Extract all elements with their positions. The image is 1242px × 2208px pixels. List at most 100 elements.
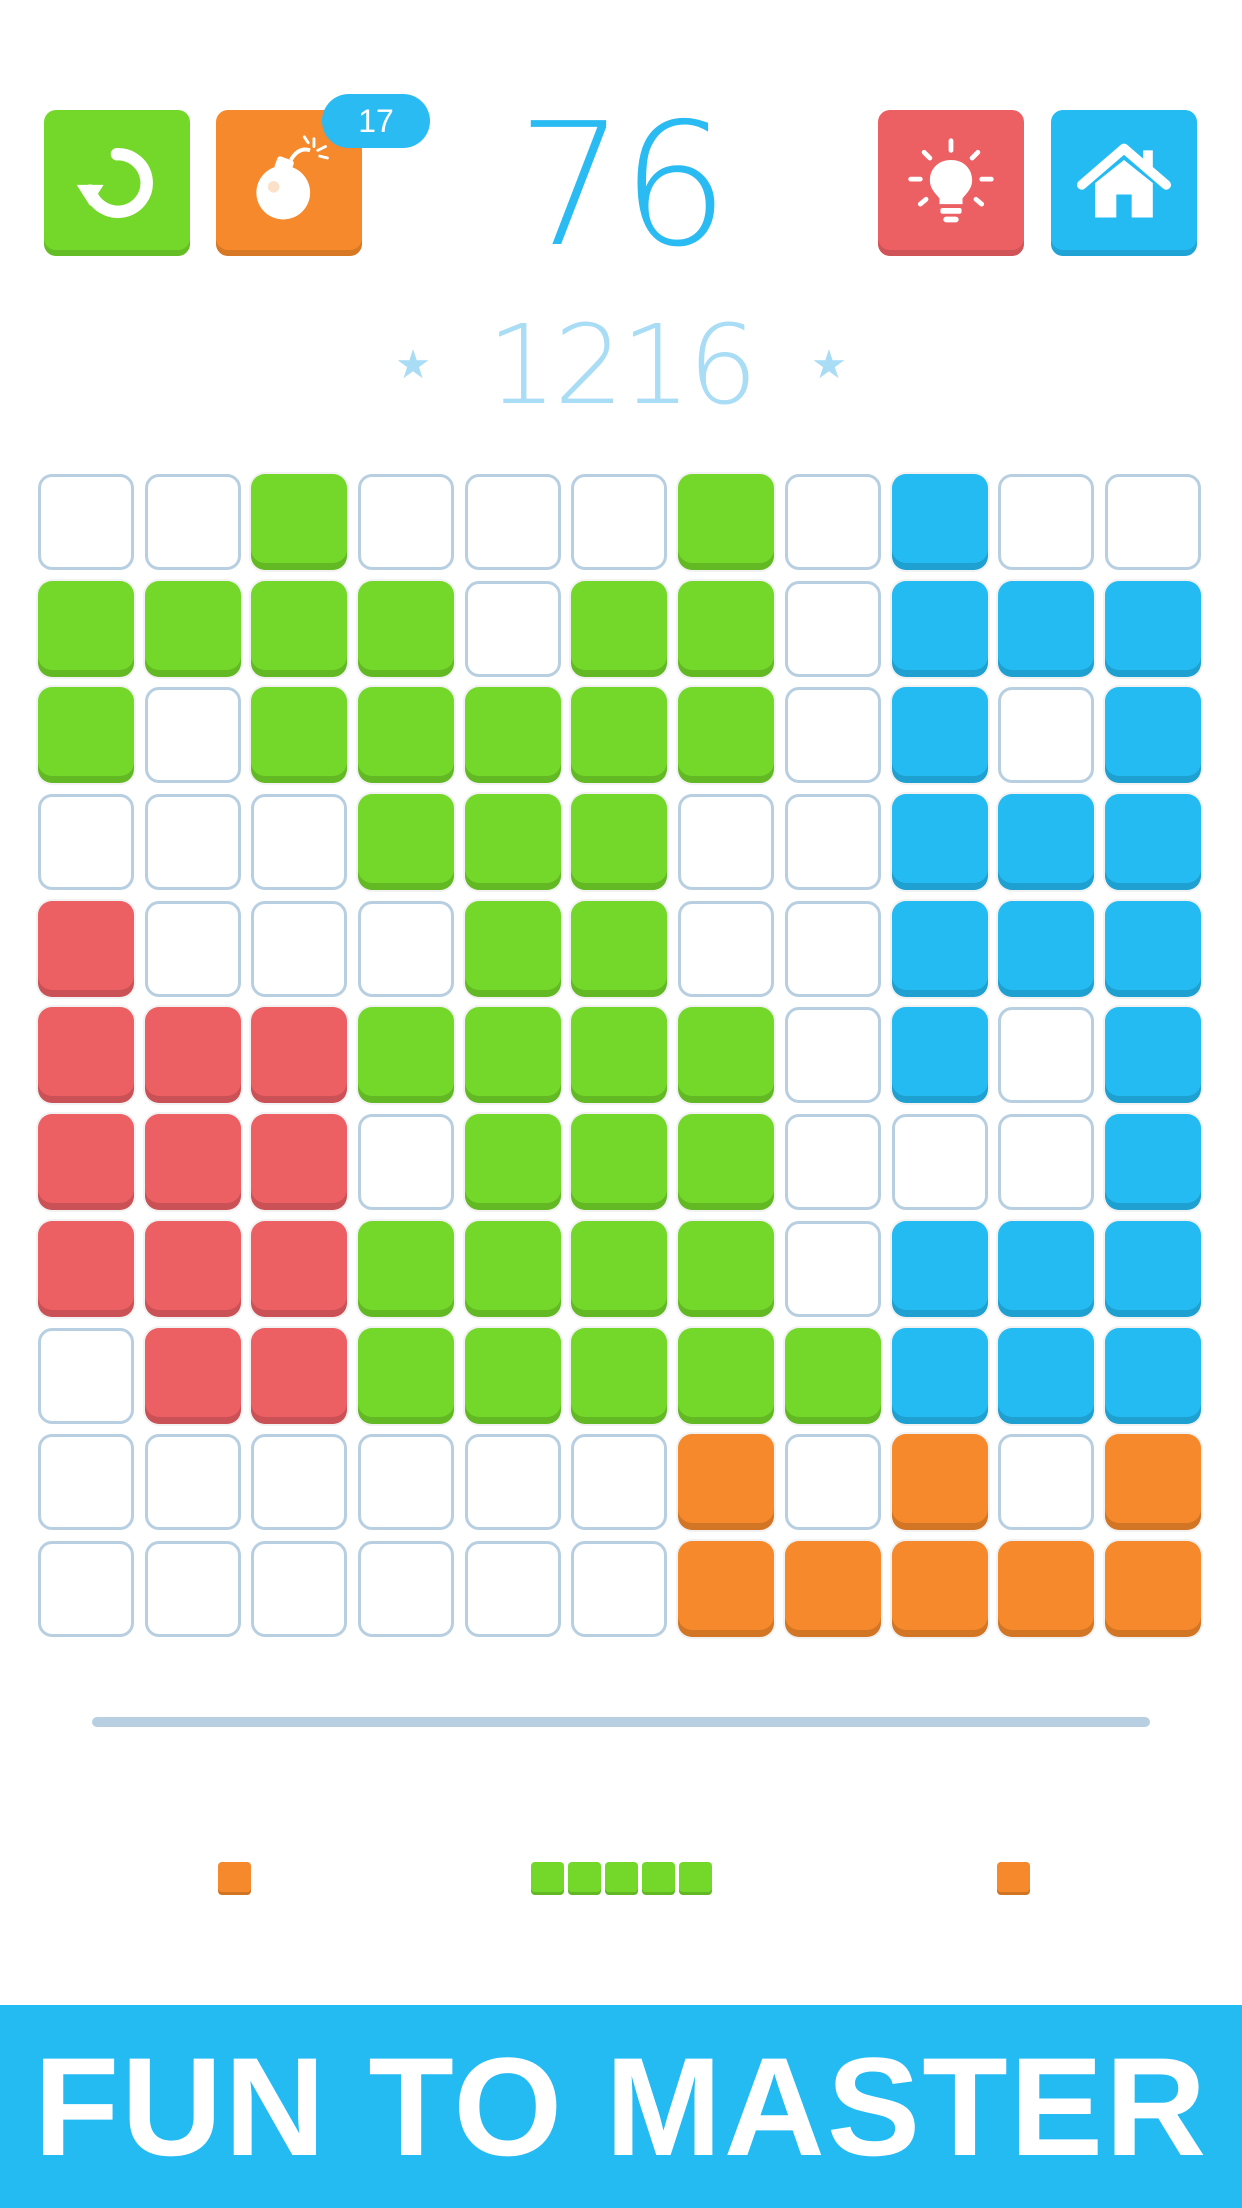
board-cell-filled[interactable] xyxy=(678,1220,775,1317)
board-cell-filled[interactable] xyxy=(358,580,455,677)
board-cell-filled[interactable] xyxy=(38,1114,134,1211)
board-cell-filled[interactable] xyxy=(251,1220,348,1317)
piece-slot-2[interactable] xyxy=(531,1862,712,1895)
board-cell-filled[interactable] xyxy=(38,580,134,677)
board-cell-filled[interactable] xyxy=(571,1007,668,1104)
board-cell-filled[interactable] xyxy=(358,1007,455,1104)
board-cell-filled[interactable] xyxy=(251,1327,348,1424)
board-cell-filled[interactable] xyxy=(1104,900,1201,997)
board-cell-filled[interactable] xyxy=(1104,794,1201,891)
board-cell-empty[interactable] xyxy=(144,687,241,784)
board-cell-empty[interactable] xyxy=(571,474,668,570)
board-cell-empty[interactable] xyxy=(38,1434,134,1531)
board-cell-filled[interactable] xyxy=(678,1434,775,1531)
board-cell-filled[interactable] xyxy=(251,474,348,570)
board-cell-filled[interactable] xyxy=(891,580,988,677)
board-cell-filled[interactable] xyxy=(251,1114,348,1211)
board-cell-filled[interactable] xyxy=(144,580,241,677)
board-cell-empty[interactable] xyxy=(784,580,881,677)
board-cell-filled[interactable] xyxy=(891,900,988,997)
board-cell-empty[interactable] xyxy=(144,1540,241,1637)
piece-slot-1[interactable] xyxy=(218,1862,251,1895)
board-cell-empty[interactable] xyxy=(144,900,241,997)
board-cell-empty[interactable] xyxy=(464,1434,561,1531)
board-cell-empty[interactable] xyxy=(784,1007,881,1104)
board-cell-empty[interactable] xyxy=(464,580,561,677)
board-cell-empty[interactable] xyxy=(251,794,348,891)
board-cell-filled[interactable] xyxy=(1104,1434,1201,1531)
board-cell-filled[interactable] xyxy=(144,1327,241,1424)
board-cell-filled[interactable] xyxy=(464,1327,561,1424)
board-cell-filled[interactable] xyxy=(1104,580,1201,677)
board-cell-filled[interactable] xyxy=(38,900,134,997)
board-cell-filled[interactable] xyxy=(891,1220,988,1317)
board-cell-filled[interactable] xyxy=(358,1327,455,1424)
board-cell-empty[interactable] xyxy=(998,687,1095,784)
piece-slot-3[interactable] xyxy=(997,1862,1030,1895)
board-cell-filled[interactable] xyxy=(464,1007,561,1104)
restart-button[interactable] xyxy=(44,110,190,256)
board-cell-filled[interactable] xyxy=(1104,1007,1201,1104)
board-cell-filled[interactable] xyxy=(891,687,988,784)
board-cell-empty[interactable] xyxy=(144,1434,241,1531)
board-cell-empty[interactable] xyxy=(358,474,455,570)
board-cell-empty[interactable] xyxy=(38,1540,134,1637)
board-cell-filled[interactable] xyxy=(251,1007,348,1104)
board-cell-filled[interactable] xyxy=(678,1114,775,1211)
board-cell-filled[interactable] xyxy=(1104,687,1201,784)
board-cell-filled[interactable] xyxy=(251,687,348,784)
board-cell-filled[interactable] xyxy=(891,794,988,891)
board-cell-filled[interactable] xyxy=(678,687,775,784)
board-cell-filled[interactable] xyxy=(998,900,1095,997)
board-cell-filled[interactable] xyxy=(251,580,348,677)
home-button[interactable] xyxy=(1051,110,1197,256)
board-cell-filled[interactable] xyxy=(38,1220,134,1317)
board-cell-filled[interactable] xyxy=(571,794,668,891)
board-cell-filled[interactable] xyxy=(678,1327,775,1424)
board-cell-empty[interactable] xyxy=(998,1434,1095,1531)
board-cell-empty[interactable] xyxy=(784,1114,881,1211)
board-cell-filled[interactable] xyxy=(891,1007,988,1104)
board-cell-empty[interactable] xyxy=(464,474,561,570)
board-cell-empty[interactable] xyxy=(678,794,775,891)
board-cell-filled[interactable] xyxy=(464,794,561,891)
board-cell-empty[interactable] xyxy=(464,1540,561,1637)
board-cell-filled[interactable] xyxy=(998,794,1095,891)
board-cell-filled[interactable] xyxy=(891,1434,988,1531)
board-cell-empty[interactable] xyxy=(784,900,881,997)
board-cell-filled[interactable] xyxy=(358,794,455,891)
board-cell-filled[interactable] xyxy=(998,1327,1095,1424)
board-cell-empty[interactable] xyxy=(784,1434,881,1531)
board-cell-filled[interactable] xyxy=(784,1327,881,1424)
board-cell-filled[interactable] xyxy=(571,1327,668,1424)
board-cell-filled[interactable] xyxy=(678,1007,775,1104)
board-cell-filled[interactable] xyxy=(1104,1540,1201,1637)
board-cell-empty[interactable] xyxy=(38,1327,134,1424)
board-cell-filled[interactable] xyxy=(891,1327,988,1424)
board-cell-filled[interactable] xyxy=(998,580,1095,677)
board-cell-filled[interactable] xyxy=(358,687,455,784)
board-cell-filled[interactable] xyxy=(571,900,668,997)
board-cell-filled[interactable] xyxy=(358,1220,455,1317)
board-cell-filled[interactable] xyxy=(144,1220,241,1317)
board-cell-filled[interactable] xyxy=(571,1220,668,1317)
board-cell-empty[interactable] xyxy=(998,1114,1095,1211)
board-cell-filled[interactable] xyxy=(891,1540,988,1637)
board-cell-filled[interactable] xyxy=(891,474,988,570)
board-cell-filled[interactable] xyxy=(998,1540,1095,1637)
board-cell-empty[interactable] xyxy=(358,1434,455,1531)
board-cell-empty[interactable] xyxy=(784,687,881,784)
board-cell-empty[interactable] xyxy=(358,1114,455,1211)
board-cell-empty[interactable] xyxy=(1104,474,1201,570)
board-cell-filled[interactable] xyxy=(678,580,775,677)
board-cell-filled[interactable] xyxy=(784,1540,881,1637)
board-cell-empty[interactable] xyxy=(784,1220,881,1317)
board-cell-empty[interactable] xyxy=(38,794,134,891)
board-cell-empty[interactable] xyxy=(144,474,241,570)
hint-button[interactable] xyxy=(878,110,1024,256)
board-cell-filled[interactable] xyxy=(571,580,668,677)
board-cell-empty[interactable] xyxy=(38,474,134,570)
board-cell-empty[interactable] xyxy=(358,1540,455,1637)
board-cell-filled[interactable] xyxy=(144,1114,241,1211)
board-cell-filled[interactable] xyxy=(464,1114,561,1211)
